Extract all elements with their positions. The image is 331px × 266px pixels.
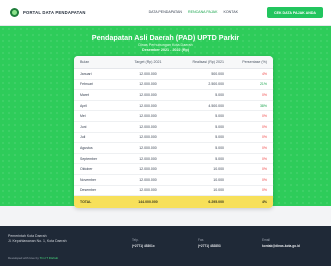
target-cell: 12.000.000 xyxy=(139,188,157,193)
main-nav: DATA PENDAPATAN RENCANA PAJAK KONTAK xyxy=(149,10,238,14)
footer-copyright: Developed with love by Tim IT Dishub xyxy=(8,256,58,260)
total-realization: 6.295.000 xyxy=(208,200,224,204)
percentage-cell: 38% xyxy=(259,103,267,108)
realization-cell: 5.000 xyxy=(215,135,224,140)
percentage-cell: 21% xyxy=(259,82,267,87)
table-row: Maret 12.000.000 5.000 0% xyxy=(74,90,273,101)
month-cell: Februari xyxy=(80,82,94,87)
target-cell: 12.000.000 xyxy=(139,167,157,172)
target-cell: 12.000.000 xyxy=(139,135,157,140)
percentage-cell: 0% xyxy=(261,167,267,172)
table-row: Juli 12.000.000 5.000 0% xyxy=(74,133,273,144)
percentage-cell: 4% xyxy=(261,71,267,76)
period-label: Desember 2021 - 2022 (Rp) xyxy=(142,48,189,52)
realization-cell: 5.000 xyxy=(215,124,224,129)
table-header: Bulan Target (Rp) 2021 Realisasi (Rp) 20… xyxy=(74,56,273,69)
target-cell: 12.000.000 xyxy=(139,92,157,97)
realization-cell: 2.500.000 xyxy=(208,82,224,87)
revenue-table: Bulan Target (Rp) 2021 Realisasi (Rp) 20… xyxy=(74,56,273,208)
table-row: Februari 12.000.000 2.500.000 21% xyxy=(74,80,273,91)
page-title: Pendapatan Asli Daerah (PAD) UPTD Parkir xyxy=(91,33,240,42)
percentage-cell: 0% xyxy=(261,124,267,129)
top-navbar: PORTAL DATA PENDAPATAN DATA PENDAPATAN R… xyxy=(0,0,331,26)
target-cell: 12.000.000 xyxy=(139,71,157,76)
page-subtitle: Dinas Perhubungan Kota Daerah xyxy=(138,43,193,47)
month-cell: April xyxy=(80,103,88,108)
month-cell: Juni xyxy=(80,124,87,129)
target-cell: 12.000.000 xyxy=(139,82,157,87)
logo-icon xyxy=(10,8,19,17)
check-tax-button[interactable]: CEK DATA PAJAK ANDA xyxy=(267,7,323,18)
brand-name: PORTAL DATA PENDAPATAN xyxy=(23,10,86,15)
target-cell: 12.000.000 xyxy=(139,103,157,108)
target-cell: 12.000.000 xyxy=(139,177,157,182)
nav-item-rencana-pajak[interactable]: RENCANA PAJAK xyxy=(188,10,218,14)
month-cell: Desember xyxy=(80,188,97,193)
percentage-cell: 0% xyxy=(261,177,267,182)
month-cell: Januari xyxy=(80,71,92,76)
table-row: Juni 12.000.000 5.000 0% xyxy=(74,122,273,133)
footer-org: Pemerintah Kota Daerah Jl. Kepahlawanan … xyxy=(8,234,67,244)
target-cell: 12.000.000 xyxy=(139,156,157,161)
target-cell: 12.000.000 xyxy=(139,145,157,150)
realization-cell: 10.000 xyxy=(213,167,224,172)
table-row: Mei 12.000.000 5.000 0% xyxy=(74,111,273,122)
realization-cell: 4.500.000 xyxy=(208,103,224,108)
total-label: TOTAL xyxy=(80,200,92,204)
brand[interactable]: PORTAL DATA PENDAPATAN xyxy=(10,8,86,17)
realization-cell: 5.000 xyxy=(215,145,224,150)
nav-item-kontak[interactable]: KONTAK xyxy=(223,10,238,14)
table-row: Januari 12.000.000 500.000 4% xyxy=(74,69,273,80)
footer-phone: Telp. (+2771) 45301x xyxy=(132,238,155,248)
table-total-row: TOTAL 144.000.000 6.295.000 4% xyxy=(74,196,273,208)
phone-value[interactable]: (+2771) 45301x xyxy=(132,244,155,248)
phone-label: Telp. xyxy=(132,238,139,242)
percentage-cell: 0% xyxy=(261,188,267,193)
column-header-realization[interactable]: Realisasi (Rp) 2021 xyxy=(172,56,234,68)
target-cell: 12.000.000 xyxy=(139,124,157,129)
percentage-cell: 0% xyxy=(261,114,267,119)
table-row: November 12.000.000 10.000 0% xyxy=(74,175,273,186)
copyright-link[interactable]: Tim IT Dishub xyxy=(40,256,59,260)
table-row: Oktober 12.000.000 10.000 0% xyxy=(74,164,273,175)
footer-fax: Fax. (+2771) 452853 xyxy=(198,238,221,248)
table-row: Agustus 12.000.000 5.000 0% xyxy=(74,143,273,154)
total-percentage: 4% xyxy=(261,200,267,204)
table-row: April 12.000.000 4.500.000 38% xyxy=(74,101,273,112)
realization-cell: 500.000 xyxy=(211,71,224,76)
percentage-cell: 0% xyxy=(261,135,267,140)
percentage-cell: 0% xyxy=(261,156,267,161)
column-header-percentage[interactable]: Persentase (%) xyxy=(234,56,273,68)
percentage-cell: 0% xyxy=(261,92,267,97)
realization-cell: 10.000 xyxy=(213,188,224,193)
realization-cell: 5.000 xyxy=(215,156,224,161)
column-header-month[interactable]: Bulan xyxy=(74,56,124,68)
month-cell: November xyxy=(80,177,97,182)
table-row: Desember 12.000.000 10.000 0% xyxy=(74,186,273,197)
realization-cell: 5.000 xyxy=(215,92,224,97)
month-cell: September xyxy=(80,156,98,161)
month-cell: Agustus xyxy=(80,145,93,150)
month-cell: Juli xyxy=(80,135,86,140)
footer-email: Email kontak@dinas-kota.go.id xyxy=(262,238,300,248)
table-row: September 12.000.000 5.000 0% xyxy=(74,154,273,165)
email-value[interactable]: kontak@dinas-kota.go.id xyxy=(262,244,300,248)
target-cell: 12.000.000 xyxy=(139,114,157,119)
nav-item-data-pendapatan[interactable]: DATA PENDAPATAN xyxy=(149,10,182,14)
total-target: 144.000.000 xyxy=(138,200,158,204)
month-cell: Maret xyxy=(80,92,89,97)
month-cell: Mei xyxy=(80,114,86,119)
column-header-target[interactable]: Target (Rp) 2021 xyxy=(124,56,172,68)
month-cell: Oktober xyxy=(80,167,93,172)
footer: Pemerintah Kota Daerah Jl. Kepahlawanan … xyxy=(0,226,331,266)
fax-value[interactable]: (+2771) 452853 xyxy=(198,244,221,248)
percentage-cell: 0% xyxy=(261,145,267,150)
table-body: Januari 12.000.000 500.000 4% Februari 12.000… xyxy=(74,69,273,197)
fax-label: Fax. xyxy=(198,238,205,242)
email-label: Email xyxy=(262,238,270,242)
realization-cell: 5.000 xyxy=(215,114,224,119)
realization-cell: 10.000 xyxy=(213,177,224,182)
footer-org-address: Jl. Kepahlawanan No. 1, Kota Daerah xyxy=(8,239,67,243)
copyright-text: Developed with love by xyxy=(8,256,39,260)
